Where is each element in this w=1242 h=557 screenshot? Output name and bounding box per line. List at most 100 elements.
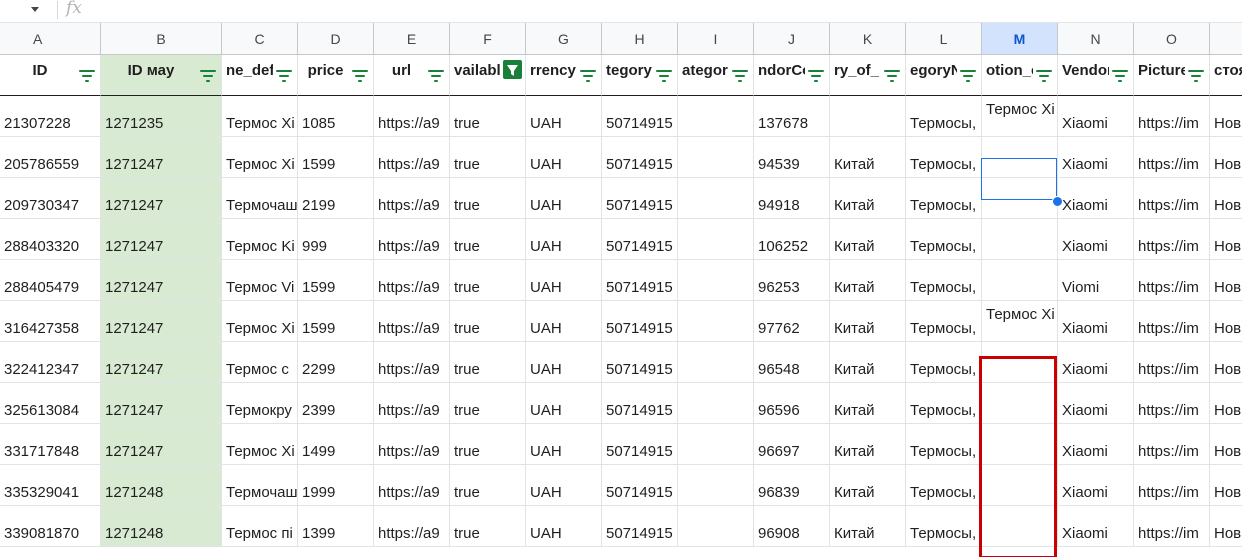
table-cell[interactable] xyxy=(678,465,754,506)
table-cell[interactable]: Термосы, xyxy=(906,301,982,342)
table-cell[interactable]: 96908 xyxy=(754,506,830,547)
table-cell[interactable]: 1499 xyxy=(298,424,374,465)
table-cell[interactable]: Термосы, xyxy=(906,96,982,137)
table-cell[interactable]: Нов xyxy=(1210,178,1242,219)
table-cell[interactable]: Нов xyxy=(1210,219,1242,260)
table-cell[interactable]: true xyxy=(450,96,526,137)
table-cell[interactable]: Нов xyxy=(1210,301,1242,342)
table-cell[interactable]: Термос пі xyxy=(222,506,298,547)
table-cell[interactable]: true xyxy=(450,137,526,178)
table-cell[interactable]: 1271247 xyxy=(101,383,222,424)
table-cell[interactable]: 1271247 xyxy=(101,301,222,342)
table-row[interactable]: 288405479 1271247 Термос Vi 1599 https://a9 t… xyxy=(0,260,1242,301)
table-cell[interactable]: true xyxy=(450,506,526,547)
table-cell[interactable]: Термос Xi xyxy=(222,137,298,178)
table-cell[interactable]: Xiaomi xyxy=(1058,465,1134,506)
table-cell[interactable]: https://im xyxy=(1134,383,1210,424)
table-cell[interactable]: 50714915 xyxy=(602,301,678,342)
table-cell[interactable]: UAH xyxy=(526,219,602,260)
table-cell[interactable]: Термосы, xyxy=(906,137,982,178)
table-cell[interactable]: Термокру xyxy=(222,383,298,424)
table-cell[interactable]: Нов xyxy=(1210,424,1242,465)
column-letter-D[interactable]: D xyxy=(298,23,374,55)
table-cell[interactable]: Китай xyxy=(830,137,906,178)
filter-icon[interactable] xyxy=(655,63,673,82)
filter-icon[interactable] xyxy=(275,63,293,82)
table-cell[interactable]: https://a9 xyxy=(374,383,450,424)
filter-icon[interactable] xyxy=(199,63,217,82)
table-cell[interactable]: 1271247 xyxy=(101,137,222,178)
spreadsheet-grid[interactable]: ABCDEFGHIJKLMNO ID ID мау ne_def price url va… xyxy=(0,23,1242,557)
table-cell[interactable]: Термосы, xyxy=(906,219,982,260)
table-cell[interactable]: https://a9 xyxy=(374,342,450,383)
table-cell[interactable]: https://im xyxy=(1134,260,1210,301)
table-cell[interactable]: https://im xyxy=(1134,506,1210,547)
table-cell[interactable]: 94918 xyxy=(754,178,830,219)
table-cell[interactable]: Xiaomi xyxy=(1058,137,1134,178)
table-cell[interactable]: 1271247 xyxy=(101,219,222,260)
table-cell[interactable]: UAH xyxy=(526,260,602,301)
table-cell[interactable]: Термос Xi xyxy=(222,96,298,137)
table-cell[interactable]: 1599 xyxy=(298,301,374,342)
table-cell[interactable]: UAH xyxy=(526,506,602,547)
table-cell[interactable] xyxy=(678,178,754,219)
table-cell[interactable]: Термосы, xyxy=(906,260,982,301)
filter-icon[interactable] xyxy=(1187,63,1205,82)
table-cell[interactable]: 96839 xyxy=(754,465,830,506)
table-cell[interactable]: Термочаш xyxy=(222,465,298,506)
table-cell[interactable] xyxy=(678,137,754,178)
table-cell[interactable]: 1399 xyxy=(298,506,374,547)
table-cell[interactable]: 50714915 xyxy=(602,178,678,219)
table-cell[interactable]: true xyxy=(450,465,526,506)
table-cell[interactable]: 2199 xyxy=(298,178,374,219)
table-cell[interactable]: 288403320 xyxy=(0,219,101,260)
table-cell[interactable]: Нов xyxy=(1210,96,1242,137)
filter-icon[interactable] xyxy=(351,63,369,82)
column-letter-K[interactable]: K xyxy=(830,23,906,55)
fill-handle[interactable] xyxy=(1052,196,1063,207)
filter-icon[interactable] xyxy=(1035,63,1053,82)
active-filter-icon[interactable] xyxy=(503,60,522,79)
table-cell[interactable]: https://a9 xyxy=(374,301,450,342)
table-cell[interactable]: Термосы, xyxy=(906,178,982,219)
table-cell[interactable]: 1271247 xyxy=(101,342,222,383)
column-letter-M[interactable]: M xyxy=(982,23,1058,55)
column-letter-B[interactable]: B xyxy=(101,23,222,55)
table-row[interactable]: 288403320 1271247 Термос Ki 999 https://a9 tr… xyxy=(0,219,1242,260)
table-cell[interactable] xyxy=(982,219,1058,260)
column-letter-O[interactable]: O xyxy=(1134,23,1210,55)
table-cell[interactable]: https://im xyxy=(1134,342,1210,383)
table-cell[interactable]: Viomi xyxy=(1058,260,1134,301)
table-cell[interactable]: 1599 xyxy=(298,260,374,301)
table-cell[interactable] xyxy=(678,219,754,260)
table-cell[interactable]: 209730347 xyxy=(0,178,101,219)
table-cell[interactable]: Термос Xi xyxy=(982,96,1058,137)
filter-icon[interactable] xyxy=(731,63,749,82)
name-box-dropdown-icon[interactable] xyxy=(28,4,42,14)
filter-icon[interactable] xyxy=(883,63,901,82)
table-cell[interactable]: 335329041 xyxy=(0,465,101,506)
table-cell[interactable]: https://a9 xyxy=(374,260,450,301)
header-cell[interactable]: Picture: xyxy=(1134,55,1210,96)
table-cell[interactable]: 1085 xyxy=(298,96,374,137)
table-cell[interactable]: 1999 xyxy=(298,465,374,506)
column-letter-N[interactable]: N xyxy=(1058,23,1134,55)
table-cell[interactable]: Xiaomi xyxy=(1058,178,1134,219)
header-cell[interactable]: стоя xyxy=(1210,55,1242,96)
table-cell[interactable]: Китай xyxy=(830,260,906,301)
table-row[interactable]: 316427358 1271247 Термос Xi 1599 https://a9 t… xyxy=(0,301,1242,342)
table-cell[interactable]: Термос с xyxy=(222,342,298,383)
table-cell[interactable]: UAH xyxy=(526,137,602,178)
filter-icon[interactable] xyxy=(579,63,597,82)
table-cell[interactable]: https://im xyxy=(1134,219,1210,260)
column-letter-next[interactable] xyxy=(1210,23,1242,55)
table-cell[interactable]: Китай xyxy=(830,506,906,547)
table-cell[interactable]: Термос Xi xyxy=(222,424,298,465)
table-cell[interactable]: https://im xyxy=(1134,424,1210,465)
table-cell[interactable]: 96253 xyxy=(754,260,830,301)
table-cell[interactable]: https://a9 xyxy=(374,178,450,219)
table-cell[interactable]: 96548 xyxy=(754,342,830,383)
table-cell[interactable] xyxy=(678,301,754,342)
table-cell[interactable]: 50714915 xyxy=(602,342,678,383)
table-cell[interactable]: Xiaomi xyxy=(1058,342,1134,383)
